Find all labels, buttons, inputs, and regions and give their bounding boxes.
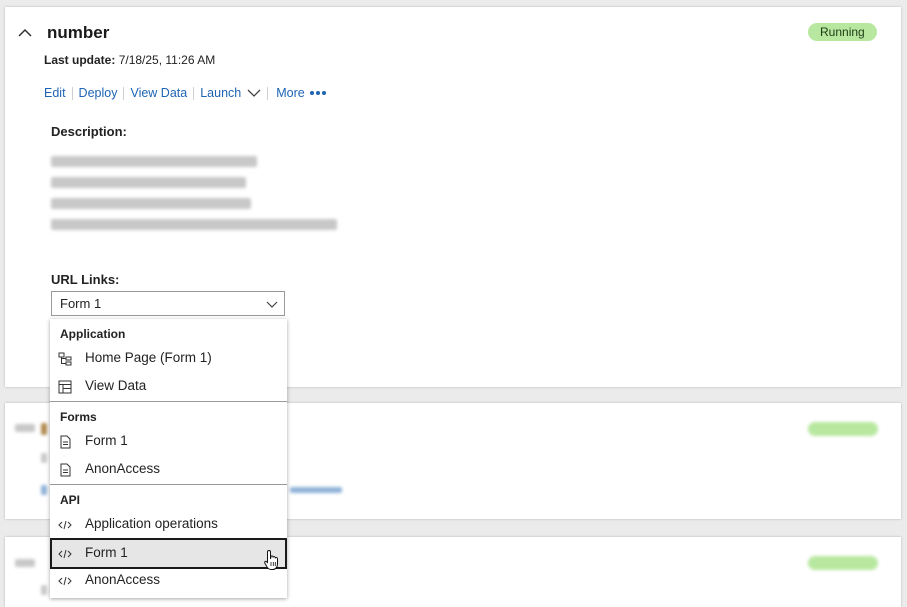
redacted-text (41, 585, 47, 595)
chevron-down-icon (247, 89, 261, 97)
sitemap-icon (58, 352, 72, 366)
group-header-application: Application (60, 327, 126, 341)
last-update: Last update: 7/18/25, 11:26 AM (44, 53, 215, 67)
hand-cursor-icon (264, 549, 278, 570)
description-label: Description: (51, 124, 127, 139)
redacted-text (41, 453, 47, 463)
app-title: number (47, 23, 110, 42)
option-label: Form 1 (85, 433, 128, 448)
option-api-form-1[interactable]: Form 1 (50, 538, 287, 569)
option-label: Form 1 (85, 545, 128, 560)
group-header-api: API (60, 493, 81, 507)
edit-link[interactable]: Edit (44, 86, 73, 100)
status-badge (808, 556, 878, 570)
last-update-label: Last update: (44, 53, 116, 67)
document-icon (60, 463, 71, 477)
option-view-data[interactable]: View Data (50, 373, 287, 400)
url-links-dropdown: Application Home Page (Form 1) View Data… (50, 319, 287, 598)
option-label: View Data (85, 378, 147, 393)
redacted-text (290, 487, 342, 493)
url-links-select[interactable]: Form 1 (51, 291, 285, 316)
group-header-forms: Forms (60, 410, 97, 424)
document-icon (60, 435, 71, 449)
deploy-link[interactable]: Deploy (73, 86, 125, 100)
redacted-text (15, 559, 35, 567)
redacted-text (51, 198, 251, 209)
redacted-text (15, 424, 35, 432)
view-data-link[interactable]: View Data (124, 86, 195, 100)
code-icon (58, 549, 72, 559)
option-label: Application operations (85, 516, 218, 531)
option-form-1[interactable]: Form 1 (50, 428, 287, 455)
url-select-value: Form 1 (60, 296, 102, 311)
option-home-page[interactable]: Home Page (Form 1) (50, 345, 287, 372)
option-label: AnonAccess (85, 572, 161, 587)
launch-label: Launch (200, 85, 242, 100)
url-links-label: URL Links: (51, 272, 120, 287)
last-update-value: 7/18/25, 11:26 AM (118, 53, 216, 67)
divider (50, 401, 287, 402)
action-bar: Edit Deploy View Data Launch More (44, 86, 326, 100)
redacted-text (51, 156, 257, 167)
option-anonaccess-form[interactable]: AnonAccess (50, 456, 287, 483)
ellipsis-icon (309, 91, 326, 95)
chevron-down-icon (266, 301, 278, 308)
code-icon (58, 520, 72, 530)
option-label: AnonAccess (85, 461, 161, 476)
chevron-up-icon[interactable] (17, 25, 33, 41)
table-icon (58, 380, 72, 394)
redacted-text (51, 219, 337, 230)
status-badge: Running (808, 23, 877, 41)
redacted-text (41, 485, 47, 495)
redacted-text (51, 177, 246, 188)
status-badge (808, 422, 878, 436)
option-application-operations[interactable]: Application operations (50, 511, 287, 538)
option-api-anonaccess[interactable]: AnonAccess (50, 567, 287, 594)
launch-menu[interactable]: Launch (194, 85, 269, 100)
more-label: More (276, 86, 305, 100)
redacted-text (41, 423, 47, 435)
option-label: Home Page (Form 1) (85, 350, 212, 365)
more-menu[interactable]: More (276, 86, 326, 100)
divider (50, 484, 287, 485)
code-icon (58, 576, 72, 586)
